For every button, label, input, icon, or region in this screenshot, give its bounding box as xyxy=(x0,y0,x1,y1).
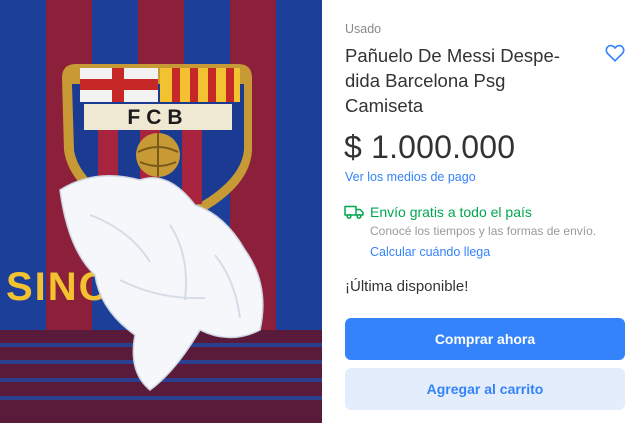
free-shipping-label: Envío gratis a todo el país xyxy=(370,204,532,220)
calculate-delivery-link[interactable]: Calcular cuándo llega xyxy=(370,245,490,259)
product-image-illustration: FCB SINCE 1899 xyxy=(0,64,322,423)
product-price: $ 1.000.000 xyxy=(344,129,516,165)
crest-senyera-stripe xyxy=(226,68,234,102)
heart-icon[interactable] xyxy=(604,42,626,64)
product-photo[interactable]: FCB SINCE 1899 xyxy=(0,0,322,423)
product-title: Pañuelo De Messi Despe-dida Barcelona Ps… xyxy=(345,45,560,116)
shipping-description: Conocé los tiempos y las formas de envío… xyxy=(370,224,597,238)
buy-now-button[interactable]: Comprar ahora xyxy=(345,318,625,360)
product-info-panel: Usado Pañuelo De Messi Despe-dida Barcel… xyxy=(322,0,640,423)
crest-letters: FCB xyxy=(127,106,188,129)
truck-icon xyxy=(344,205,364,220)
add-to-cart-button[interactable]: Agregar al carrito xyxy=(345,368,625,410)
crest-cross-horizontal xyxy=(80,79,158,90)
stock-status: ¡Última disponible! xyxy=(345,278,469,295)
crest-senyera-stripe xyxy=(208,68,216,102)
crest-senyera-stripe xyxy=(190,68,198,102)
payment-methods-link[interactable]: Ver los medios de pago xyxy=(345,170,476,184)
crest-senyera-stripe xyxy=(172,68,180,102)
condition-label: Usado xyxy=(345,22,382,36)
